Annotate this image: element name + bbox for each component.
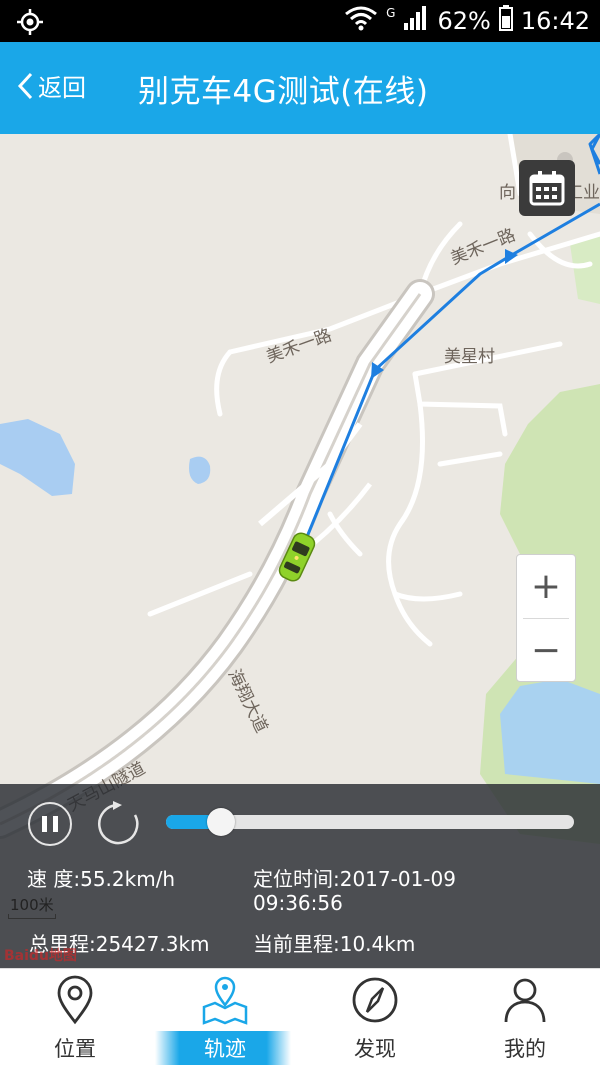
replay-button[interactable] [95, 801, 141, 847]
user-icon [504, 978, 546, 1023]
map-label-xiang: 向 [499, 183, 516, 203]
back-label: 返回 [38, 74, 86, 102]
tab-location-label: 位置 [54, 1037, 96, 1061]
progress-slider[interactable] [166, 808, 574, 836]
location-time-label: 定位时间:2017-01-09 [253, 867, 456, 891]
chevron-left-icon [17, 72, 33, 99]
battery-icon [498, 5, 513, 37]
tab-discover-label: 发现 [354, 1037, 396, 1061]
pause-icon-bar-right [53, 816, 58, 832]
pause-icon-bar-left [42, 816, 47, 832]
page-title: 别克车4G测试(在线) [138, 74, 429, 110]
scale-label: 100米 [10, 896, 54, 914]
tab-track[interactable]: 轨迹 [150, 969, 300, 1067]
clock: 16:42 [520, 7, 590, 35]
tab-mine[interactable]: 我的 [450, 969, 600, 1067]
progress-thumb[interactable] [207, 808, 235, 836]
location-pin-icon [57, 975, 93, 1025]
speed-text: 速 度:55.2km/h [27, 867, 176, 891]
map-label-meixing-village: 美星村 [444, 347, 495, 367]
signal-icon [403, 5, 429, 37]
compass-icon [352, 977, 398, 1023]
app-header: 返回 别克车4G测试(在线) [0, 42, 600, 134]
baidu-logo: Baidu地图 [4, 948, 77, 964]
calendar-icon [529, 171, 565, 206]
tab-track-label: 轨迹 [204, 1037, 246, 1061]
tab-discover[interactable]: 发现 [300, 969, 450, 1067]
zoom-control: + − [516, 554, 576, 682]
map-view[interactable]: 向 工业 美禾一路 美禾一路 美星村 海翔大道 天马山隧道 + − [0, 134, 600, 968]
back-button[interactable]: 返回 [16, 68, 86, 103]
status-bar: G 62% 16:42 [0, 0, 600, 42]
bottom-nav: 位置 轨迹 发现 我的 [0, 968, 600, 1067]
tab-location[interactable]: 位置 [0, 969, 150, 1067]
gps-icon [16, 8, 44, 40]
current-mileage: 当前里程:10.4km [253, 932, 416, 956]
playback-panel: 速 度:55.2km/h 定位时间:2017-01-09 09:36:56 总里… [0, 784, 600, 968]
pause-button[interactable] [28, 802, 72, 846]
zoom-in-button[interactable]: + [517, 555, 575, 618]
replay-icon [98, 801, 139, 845]
tab-mine-label: 我的 [504, 1037, 546, 1061]
scale-bar [8, 914, 56, 919]
wifi-icon [344, 5, 378, 37]
network-type: G [386, 6, 396, 20]
zoom-out-button[interactable]: − [517, 619, 575, 682]
location-time-value: 09:36:56 [253, 891, 343, 915]
calendar-button[interactable] [519, 160, 575, 216]
battery-percent: 62% [437, 7, 491, 35]
track-map-icon [202, 976, 248, 1025]
